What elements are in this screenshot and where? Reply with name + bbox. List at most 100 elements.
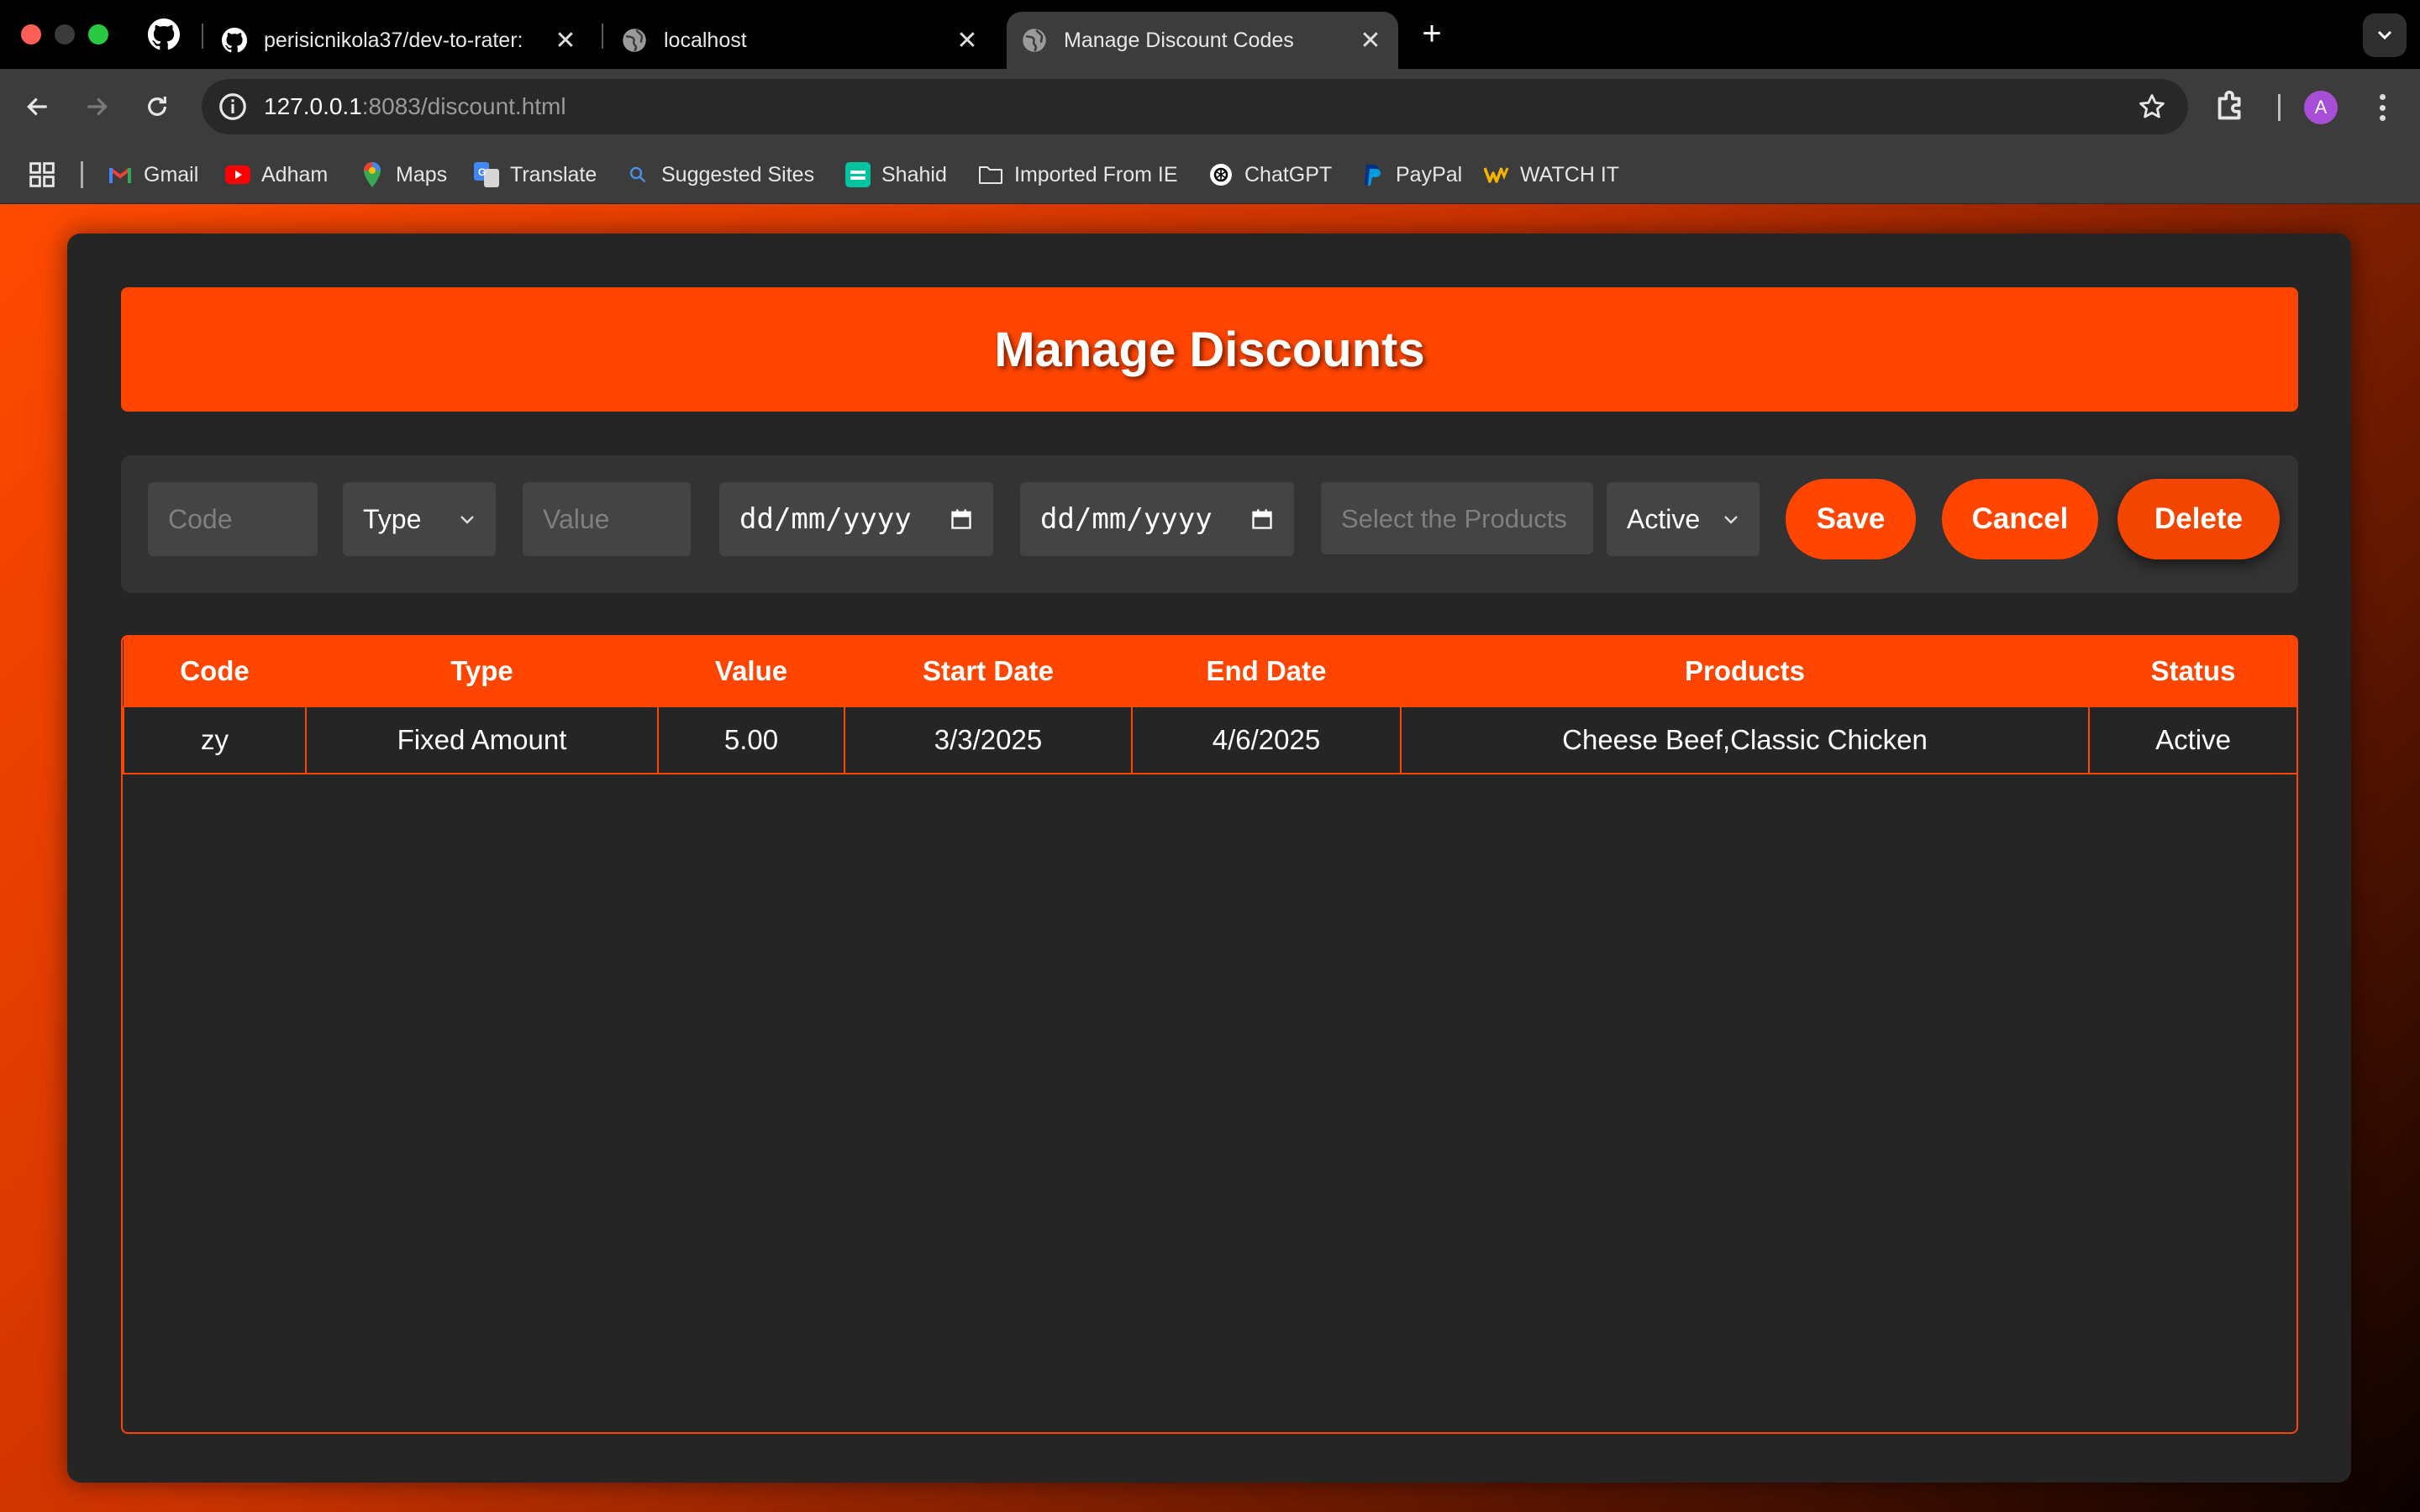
tab-title: Manage Discount Codes [1064, 28, 1294, 52]
tab-close-button[interactable]: ✕ [553, 26, 578, 55]
discounts-table-container: Code Type Value Start Date End Date Prod… [121, 635, 2298, 1434]
delete-button[interactable]: Delete [2118, 479, 2280, 559]
column-header-status[interactable]: Status [2089, 637, 2296, 706]
column-header-start-date[interactable]: Start Date [844, 637, 1132, 706]
maps-pin-icon [360, 162, 385, 187]
shahid-icon [845, 162, 871, 187]
bookmarks-separator [81, 161, 83, 188]
cancel-button[interactable]: Cancel [1942, 479, 2098, 559]
profile-avatar[interactable]: A [2304, 91, 2338, 124]
minimize-window-button[interactable] [55, 24, 75, 45]
github-icon[interactable] [148, 18, 180, 50]
new-tab-button[interactable]: + [1413, 17, 1450, 54]
tab-close-button[interactable]: ✕ [955, 26, 980, 55]
column-header-value[interactable]: Value [658, 637, 844, 706]
cell-code: zy [123, 706, 307, 774]
page-title: Manage Discounts [994, 322, 1425, 377]
menu-kebab-icon[interactable] [2370, 89, 2395, 126]
chevron-down-icon [1724, 516, 1738, 524]
discount-panel: Manage Discounts Code Type Value dd/mm/y… [67, 234, 2351, 1483]
chatgpt-icon [1208, 162, 1234, 187]
bookmark-label: PayPal [1396, 162, 1463, 186]
bookmark-translate[interactable]: G Translate [474, 158, 597, 192]
save-button[interactable]: Save [1786, 479, 1916, 559]
end-date-value: dd/mm/yyyy [1040, 502, 1213, 536]
cell-start-date: 3/3/2025 [844, 706, 1133, 774]
back-button[interactable] [17, 86, 59, 128]
reload-icon [148, 97, 166, 116]
paypal-icon [1360, 162, 1385, 187]
globe-icon [1023, 29, 1046, 52]
tab-manage-discount-codes[interactable]: Manage Discount Codes ✕ [1007, 12, 1398, 69]
translate-icon: G [474, 162, 499, 187]
tab-separator [202, 24, 203, 49]
arrow-left-icon [27, 97, 47, 116]
discount-form: Code Type Value dd/mm/yyyy dd/mm/yyyy Se… [121, 455, 2298, 593]
column-header-type[interactable]: Type [306, 637, 658, 706]
start-date-input[interactable]: dd/mm/yyyy [719, 482, 993, 556]
bookmark-shahid[interactable]: Shahid [845, 158, 947, 192]
column-header-end-date[interactable]: End Date [1132, 637, 1401, 706]
cell-value: 5.00 [657, 706, 845, 774]
bookmark-label: Adham [261, 162, 329, 186]
end-date-input[interactable]: dd/mm/yyyy [1020, 482, 1294, 556]
bookmark-suggested-sites[interactable]: Suggested Sites [625, 158, 814, 192]
type-select[interactable]: Type [343, 482, 496, 556]
column-header-code[interactable]: Code [124, 637, 306, 706]
bookmark-label: Translate [510, 162, 597, 186]
status-select[interactable]: Active [1607, 482, 1760, 556]
maximize-window-button[interactable] [88, 24, 108, 45]
tab-close-button[interactable]: ✕ [1358, 26, 1383, 55]
bookmarks-bar: Gmail Adham Maps G Translate Suggested S… [0, 144, 2420, 204]
gmail-icon [108, 162, 133, 187]
column-header-products[interactable]: Products [1401, 637, 2089, 706]
reload-button[interactable] [136, 86, 178, 128]
address-bar[interactable]: 127.0.0.1:8083/discount.html [202, 79, 2188, 134]
bookmark-gmail[interactable]: Gmail [108, 158, 198, 192]
url-path: :8083/discount.html [361, 93, 566, 119]
bookmark-watch-it[interactable]: WATCH IT [1484, 158, 1619, 192]
tab-strip: perisicnikola37/dev-to-rater: ✕ localhos… [0, 0, 2420, 69]
page-background: Manage Discounts Code Type Value dd/mm/y… [0, 204, 2420, 1512]
bookmark-label: Maps [396, 162, 448, 186]
github-icon [222, 28, 247, 53]
table-row[interactable]: zy Fixed Amount 5.00 3/3/2025 4/6/2025 C… [123, 706, 2296, 774]
bookmark-maps[interactable]: Maps [360, 158, 447, 192]
bookmark-chatgpt[interactable]: ChatGPT [1208, 158, 1332, 192]
tab-github-repo[interactable]: perisicnikola37/dev-to-rater: ✕ [207, 12, 593, 69]
tab-search-button[interactable] [2363, 13, 2407, 57]
tab-separator [602, 24, 603, 49]
cell-type: Fixed Amount [305, 706, 659, 774]
site-info-icon[interactable] [217, 91, 249, 123]
tab-localhost[interactable]: localhost ✕ [607, 12, 995, 69]
value-input[interactable]: Value [523, 482, 691, 556]
start-date-value: dd/mm/yyyy [739, 502, 912, 536]
apps-grid-icon[interactable] [29, 161, 55, 188]
chevron-down-icon [2377, 30, 2392, 40]
folder-icon [978, 162, 1003, 187]
bookmark-label: Imported From IE [1014, 162, 1178, 186]
forward-button[interactable] [76, 86, 118, 128]
svg-text:G: G [478, 166, 486, 178]
youtube-icon [225, 162, 250, 187]
bookmark-adham[interactable]: Adham [225, 158, 328, 192]
cell-end-date: 4/6/2025 [1131, 706, 1402, 774]
bookmark-star-icon[interactable] [2138, 92, 2166, 121]
status-select-value: Active [1627, 503, 1701, 534]
toolbar-divider [2278, 94, 2281, 121]
close-window-button[interactable] [21, 24, 41, 45]
code-input[interactable]: Code [148, 482, 318, 556]
bookmark-label: Suggested Sites [661, 162, 815, 186]
bookmark-imported-from-ie[interactable]: Imported From IE [978, 158, 1178, 192]
tab-title: localhost [664, 28, 747, 52]
search-icon [625, 162, 650, 187]
discounts-table: Code Type Value Start Date End Date Prod… [123, 637, 2296, 774]
calendar-icon[interactable] [1250, 507, 1274, 531]
extensions-icon[interactable] [2212, 87, 2250, 126]
products-select[interactable]: Select the Products [1321, 482, 1593, 554]
type-select-value: Type [363, 503, 422, 534]
bookmark-paypal[interactable]: PayPal [1360, 158, 1462, 192]
calendar-icon[interactable] [950, 507, 973, 531]
url-text[interactable]: 127.0.0.1:8083/discount.html [264, 93, 566, 120]
url-host: 127.0.0.1 [264, 93, 362, 119]
